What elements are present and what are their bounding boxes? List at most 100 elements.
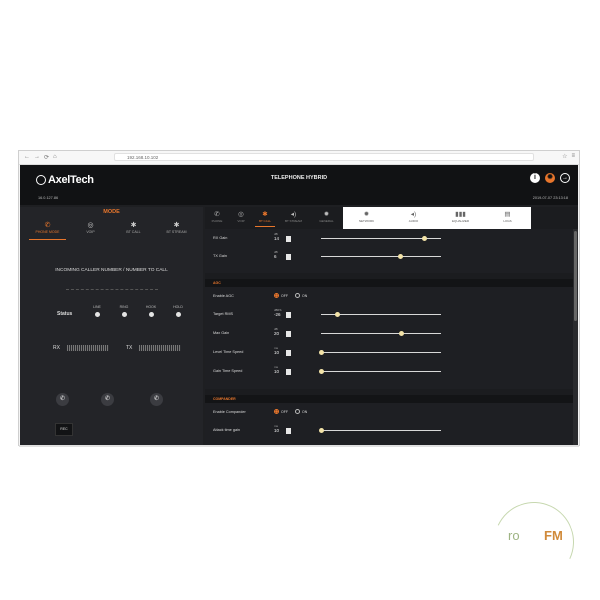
- call-button-2[interactable]: ✆: [101, 393, 114, 406]
- radio-circle: [295, 293, 300, 298]
- scrollbar-thumb[interactable]: [574, 231, 577, 321]
- agc-section: Enable AGC OFF ON Target RMS dBFS -26 Ma…: [205, 287, 573, 389]
- row-stepper[interactable]: [286, 350, 291, 356]
- settings-scrollbar[interactable]: [573, 229, 578, 445]
- call-button-3[interactable]: ✆: [150, 393, 163, 406]
- row-stepper[interactable]: [286, 236, 291, 242]
- row-slider[interactable]: [321, 236, 441, 241]
- row-value[interactable]: 10: [274, 369, 279, 374]
- datetime-label: 2019-07-07 23:13:18: [532, 196, 568, 200]
- mode-bt-call[interactable]: ✱ BT CALL: [112, 221, 155, 237]
- slider-knob[interactable]: [398, 331, 404, 336]
- row-label: RX Gain: [213, 236, 228, 240]
- logs-icon: ▤: [504, 211, 511, 218]
- bookmark-icon[interactable]: ☆: [562, 153, 567, 160]
- row-slider[interactable]: [321, 331, 441, 336]
- tab-label: EQUALIZER: [451, 219, 469, 223]
- row-slider[interactable]: [318, 369, 441, 374]
- status-ring: RING: [114, 305, 134, 317]
- call-button-1[interactable]: ✆: [56, 393, 69, 406]
- gain-section: RX Gain dB 14 TX Gain dB 6: [205, 229, 573, 273]
- row-stepper[interactable]: [286, 312, 291, 318]
- mode-label: PHONE MODE: [35, 230, 60, 234]
- status-line-label: LINE: [93, 305, 101, 309]
- phone-icon: ✆: [59, 396, 66, 402]
- compander-on-radio[interactable]: ON: [295, 409, 307, 414]
- settings-panel: ✆ PHONE ◎ VOIP ✱ BT CALL ◂) BT STREAM ✹ GENER…: [205, 207, 578, 445]
- compander-header: COMPANDER: [205, 395, 573, 403]
- number-input-line[interactable]: [66, 289, 158, 290]
- logout-icon[interactable]: →: [560, 173, 570, 183]
- phone-icon: ✆: [214, 211, 220, 218]
- row-label: Attack time gain: [213, 428, 241, 432]
- row-slider[interactable]: [321, 254, 441, 259]
- row-stepper[interactable]: [286, 331, 291, 337]
- row-value[interactable]: 10: [274, 350, 279, 355]
- speaker-icon: ◂): [410, 211, 417, 218]
- agc-off-radio[interactable]: OFF: [274, 293, 288, 298]
- row-stepper[interactable]: [286, 369, 291, 375]
- row-value[interactable]: 6: [274, 254, 277, 259]
- mode-voip[interactable]: ◎ VOIP: [69, 221, 112, 237]
- slider-knob[interactable]: [318, 369, 324, 374]
- tab-voip[interactable]: ◎ VOIP: [229, 207, 253, 229]
- slider-knob[interactable]: [318, 428, 324, 433]
- row-stepper[interactable]: [286, 428, 291, 434]
- tab-equalizer[interactable]: ▮▮▮ EQUALIZER: [437, 207, 484, 229]
- agc-on-radio[interactable]: ON: [295, 293, 307, 298]
- slider-knob[interactable]: [421, 236, 427, 241]
- tab-label: AUDIO: [408, 219, 419, 223]
- row-label: Target RMS: [213, 312, 234, 316]
- slider-knob[interactable]: [318, 350, 324, 355]
- info-icon[interactable]: i: [530, 173, 540, 183]
- slider-knob[interactable]: [335, 312, 341, 317]
- row-value[interactable]: 14: [274, 236, 279, 241]
- enable-agc-row: Enable AGC OFF ON: [205, 289, 573, 303]
- rec-button[interactable]: REC: [55, 423, 73, 436]
- row-slider[interactable]: [318, 428, 441, 433]
- mode-bt-stream[interactable]: ✱ BT STREAM: [155, 221, 198, 237]
- tab-network[interactable]: ✹ NETWORK: [343, 207, 390, 229]
- compander-off-radio[interactable]: OFF: [274, 409, 288, 414]
- tx-gain-row: TX Gain dB 6: [205, 249, 573, 263]
- row-label: TX Gain: [213, 254, 227, 258]
- status-hook-label: HOOK: [145, 305, 157, 309]
- mode-label: VOIP: [86, 230, 95, 234]
- tab-bt-stream[interactable]: ◂) BT STREAM: [277, 207, 310, 229]
- row-value[interactable]: 20: [274, 331, 279, 336]
- address-bar[interactable]: 192.168.10.102: [114, 153, 534, 161]
- row-slider[interactable]: [318, 350, 441, 355]
- mode-phone[interactable]: ✆ PHONE MODE: [26, 221, 69, 240]
- status-line: LINE: [87, 305, 107, 317]
- tx-meter: [139, 345, 181, 351]
- home-icon[interactable]: ⌂: [53, 154, 57, 161]
- row-label: Level Time Speed: [213, 350, 244, 354]
- tab-bt-call[interactable]: ✱ BT CALL: [253, 207, 277, 229]
- reload-icon[interactable]: ⟳: [44, 154, 49, 161]
- tab-audio[interactable]: ◂) AUDIO: [390, 207, 437, 229]
- row-value[interactable]: 10: [274, 428, 279, 433]
- status-ring-label: RING: [119, 305, 129, 309]
- row-stepper[interactable]: [286, 254, 291, 260]
- radio-label: OFF: [281, 293, 288, 298]
- forward-icon[interactable]: →: [34, 154, 40, 161]
- status-ring-indicator: [121, 312, 127, 317]
- row-value[interactable]: -26: [274, 312, 281, 317]
- gain-time-speed-row: Gain Time Speed ms 10: [205, 364, 573, 378]
- status-hold-indicator: [175, 312, 181, 317]
- tab-logs[interactable]: ▤ LOGS: [484, 207, 531, 229]
- watermark-pro-text: ro: [508, 528, 520, 543]
- tab-general[interactable]: ✹ GENERAL: [310, 207, 343, 229]
- slider-knob[interactable]: [397, 254, 403, 259]
- header-icons: i ✹ →: [530, 173, 570, 183]
- row-label: Max Gain: [213, 331, 230, 335]
- row-slider[interactable]: [321, 312, 441, 317]
- menu-icon[interactable]: ≡: [571, 153, 575, 160]
- equalizer-icon: ▮▮▮: [455, 211, 466, 218]
- gear-icon[interactable]: ✹: [545, 173, 555, 183]
- profm-watermark: ro FM: [482, 490, 586, 594]
- status-hook-indicator: [148, 312, 154, 317]
- tx-label: TX: [126, 345, 133, 351]
- back-icon[interactable]: ←: [24, 154, 30, 161]
- tab-phone[interactable]: ✆ PHONE: [205, 207, 229, 229]
